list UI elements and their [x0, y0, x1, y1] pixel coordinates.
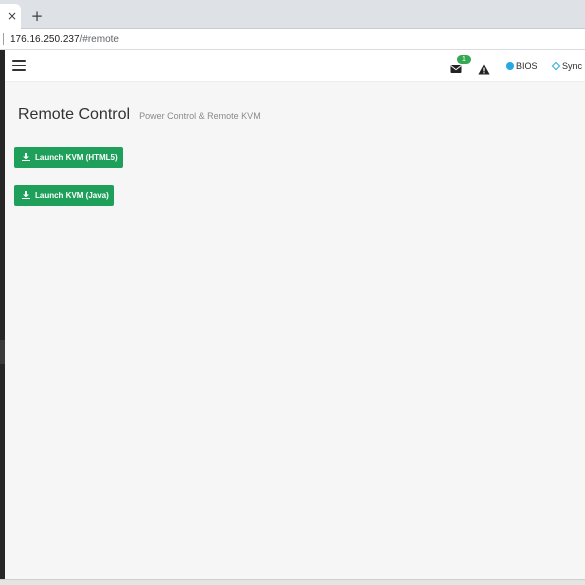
- message-count-badge: 1: [457, 55, 471, 64]
- url-host: 176.16.250.237: [10, 34, 80, 45]
- url-path: /#remote: [79, 34, 119, 45]
- page: × + 176.16.250.237/#remote 1 BIOS Sync R…: [0, 0, 585, 585]
- close-tab-icon[interactable]: ×: [5, 7, 19, 25]
- launch-kvm-html5-label: Launch KVM (HTML5): [35, 153, 118, 162]
- diamond-icon: [551, 61, 561, 71]
- sync-label: Sync: [562, 61, 583, 71]
- page-title: Remote Control: [18, 106, 131, 123]
- new-tab-icon[interactable]: +: [29, 6, 45, 26]
- address-bar[interactable]: 176.16.250.237/#remote: [0, 29, 585, 50]
- page-title-row: Remote Control Power Control & Remote KV…: [18, 104, 261, 124]
- launch-kvm-html5-button[interactable]: Launch KVM (HTML5): [14, 147, 123, 168]
- warning-icon[interactable]: [478, 60, 490, 75]
- download-icon: [22, 153, 30, 161]
- bottom-strip: [0, 579, 585, 585]
- browser-tab-strip: × +: [0, 0, 585, 29]
- hamburger-icon[interactable]: [12, 60, 26, 71]
- launch-kvm-java-button[interactable]: Launch KVM (Java): [14, 185, 114, 206]
- sync-button[interactable]: Sync: [551, 60, 583, 73]
- address-separator: [3, 33, 4, 45]
- page-subtitle: Power Control & Remote KVM: [139, 111, 261, 121]
- launch-kvm-java-label: Launch KVM (Java): [35, 191, 109, 200]
- browser-tab[interactable]: ×: [0, 4, 21, 29]
- address-url[interactable]: 176.16.250.237/#remote: [10, 32, 119, 47]
- download-icon: [22, 191, 30, 199]
- bios-button[interactable]: BIOS: [506, 60, 538, 73]
- circle-icon: [506, 62, 514, 70]
- bios-label: BIOS: [516, 61, 538, 71]
- app-header: 1 BIOS Sync: [5, 50, 585, 82]
- main-content: Remote Control Power Control & Remote KV…: [5, 82, 585, 579]
